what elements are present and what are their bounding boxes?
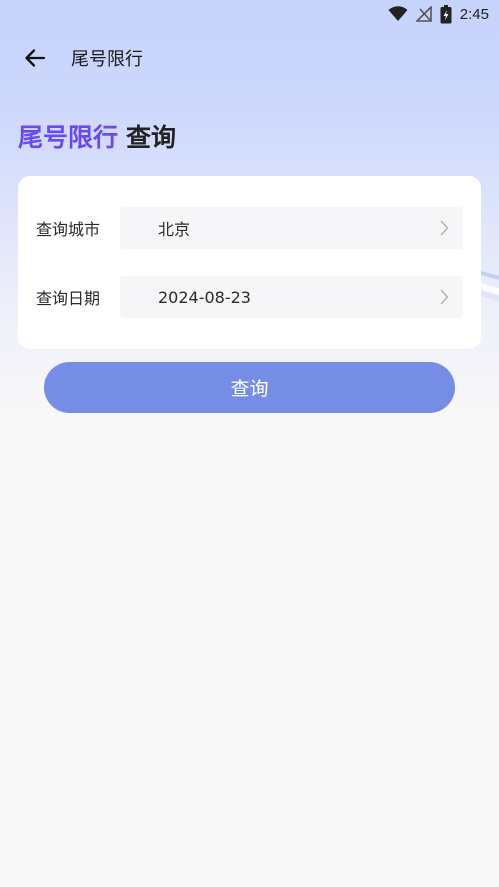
date-row: 查询日期 2024-08-23: [18, 276, 481, 318]
clock: 2:45: [459, 5, 489, 23]
wifi-icon: [388, 6, 408, 21]
status-bar: 2:45: [0, 0, 499, 28]
city-label: 查询城市: [36, 220, 101, 239]
headline-plain: 查询: [126, 123, 177, 152]
back-button[interactable]: [15, 38, 55, 78]
arrow-left-icon: [25, 49, 46, 67]
no-signal-icon: [415, 6, 432, 22]
battery-charging-icon: [440, 4, 452, 23]
date-selector[interactable]: 2024-08-23: [120, 276, 463, 318]
chevron-right-icon: [440, 289, 449, 305]
toolbar-title: 尾号限行: [71, 49, 143, 70]
toolbar: 尾号限行: [0, 36, 499, 80]
city-selector[interactable]: 北京: [120, 207, 463, 249]
headline-accent: 尾号限行: [18, 123, 119, 152]
query-button[interactable]: 查询: [44, 362, 455, 413]
query-form-card: 查询城市 北京 查询日期 2024-08-23: [18, 176, 481, 349]
chevron-right-icon: [440, 220, 449, 236]
date-value: 2024-08-23: [158, 287, 251, 307]
page-headline: 尾号限行 查询: [18, 116, 176, 156]
date-label: 查询日期: [36, 289, 101, 308]
city-row: 查询城市 北京: [18, 207, 481, 249]
city-value: 北京: [158, 220, 191, 239]
screen: 2:45 尾号限行 尾号限行 查询 查询城市 北京 查询日期 2024-08-2…: [0, 0, 499, 887]
